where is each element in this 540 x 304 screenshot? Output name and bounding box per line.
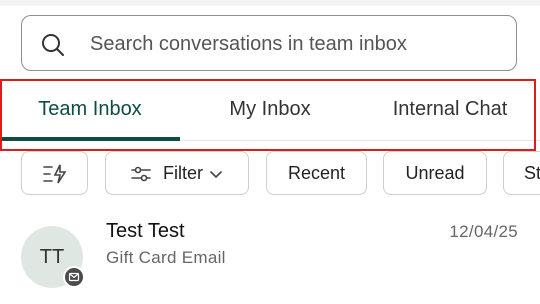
active-tab-indicator [0, 137, 180, 141]
email-icon [63, 266, 85, 288]
filter-dropdown[interactable]: Filter [105, 151, 249, 195]
tab-team-inbox[interactable]: Team Inbox [0, 82, 180, 141]
inbox-tabs: Team Inbox My Inbox Internal Chat [0, 82, 540, 141]
filter-sliders-icon [130, 163, 157, 183]
avatar-initials: TT [39, 246, 65, 268]
tab-label: Team Inbox [38, 98, 142, 120]
message-preview: Gift Card Email [106, 248, 226, 267]
search-icon [41, 33, 65, 57]
chip-status[interactable]: St [503, 151, 540, 195]
sort-flash-icon [42, 163, 68, 184]
chip-unread[interactable]: Unread [383, 151, 487, 195]
chip-label: Unread [405, 163, 465, 183]
tab-internal-chat[interactable]: Internal Chat [360, 82, 540, 140]
tab-label: Internal Chat [392, 98, 508, 120]
chip-label: Recent [287, 163, 346, 183]
conversation-date: 12/04/25 [449, 222, 518, 241]
tab-my-inbox[interactable]: My Inbox [180, 82, 360, 140]
filter-label: Filter [163, 163, 203, 183]
search-bar[interactable]: Search conversations in team inbox [21, 15, 517, 71]
tab-label: My Inbox [229, 98, 311, 120]
chevron-down-icon [208, 163, 224, 183]
conversation-item[interactable]: TT Test Test Gift Card Email 12/04/25 [0, 210, 540, 300]
chip-label: St [524, 163, 540, 183]
search-input[interactable]: Search conversations in team inbox [90, 16, 407, 72]
contact-name: Test Test [106, 220, 185, 242]
top-strip [0, 0, 540, 6]
chip-recent[interactable]: Recent [266, 151, 367, 195]
quick-sort-button[interactable] [21, 151, 88, 195]
